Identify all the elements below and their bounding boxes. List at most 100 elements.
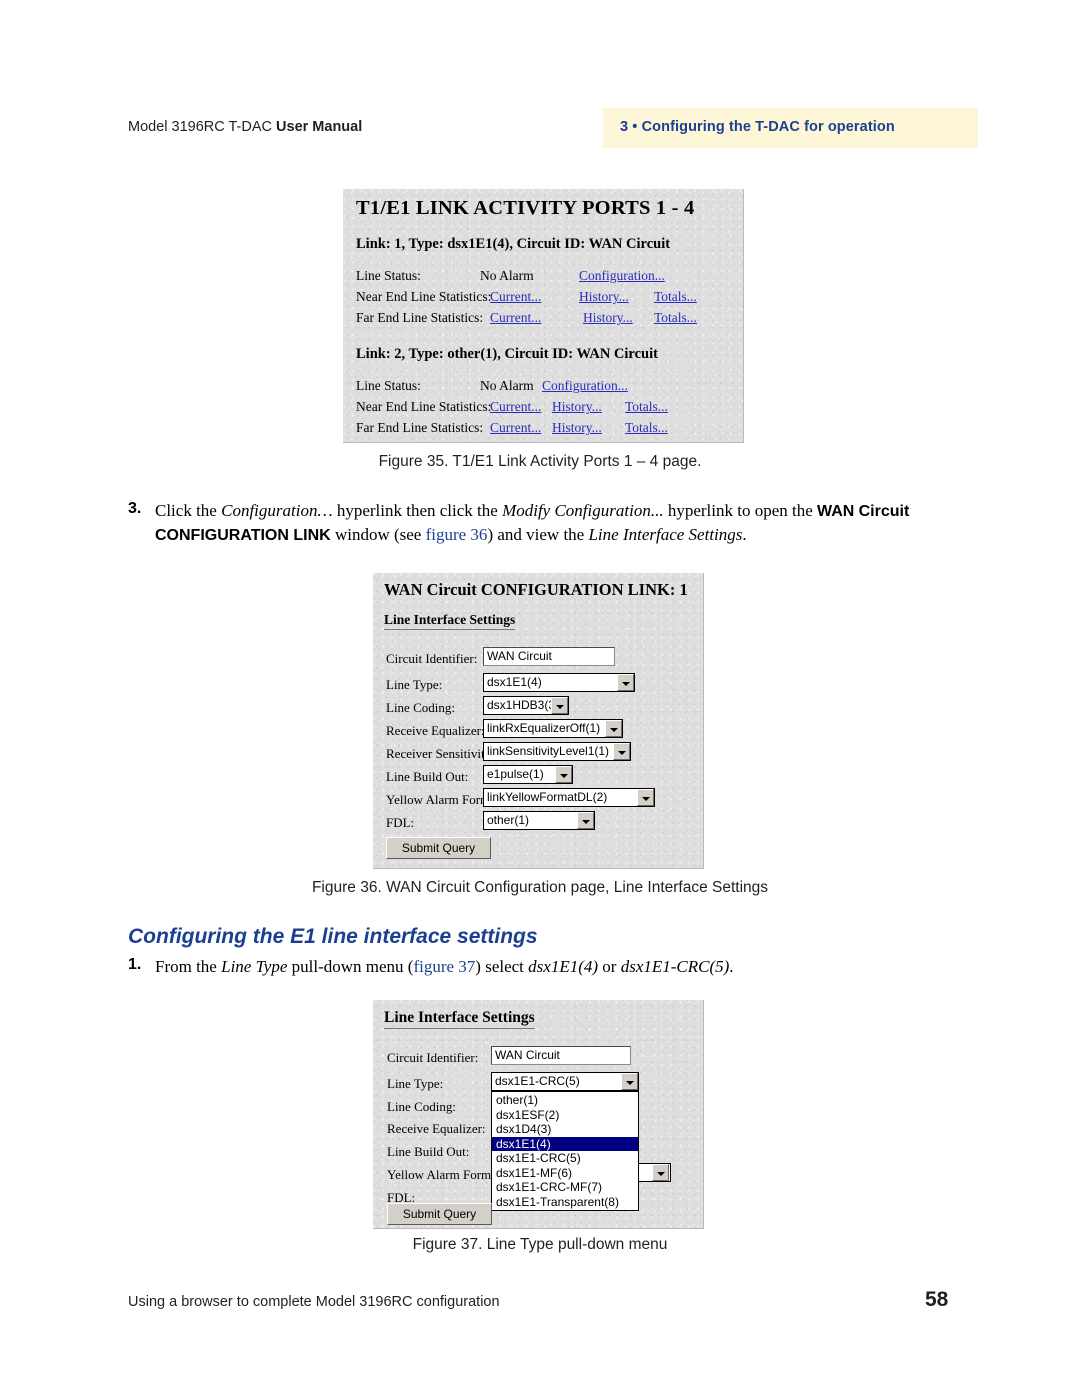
fig35-link2-near-totals-link[interactable]: Totals... [625,399,668,415]
figure-37-screenshot: Line Interface Settings Circuit Identifi… [373,1000,704,1229]
fig37-label-line-coding: Line Coding: [387,1099,456,1114]
fig35-link2-configuration-link[interactable]: Configuration... [542,378,628,394]
step-3-text: Click the Configuration… hyperlink then … [155,499,955,547]
step3-bold1: WAN [817,503,855,520]
fig36-label-line-coding: Line Coding: [386,700,455,715]
fig35-link1-far-current-link[interactable]: Current... [490,310,541,326]
header-manual-usermanual: User Manual [276,119,363,135]
fig35-link1-near-end-label: Near End Line Statistics: [356,289,492,304]
step1-d: or [598,957,621,976]
step3-f: . [742,525,747,544]
fig35-link2-far-end-label: Far End Line Statistics: [356,420,484,435]
fig37-dropdown-option[interactable]: dsx1D4(3) [492,1122,638,1137]
step1-it3: dsx1E1-CRC(5) [620,957,730,976]
fig36-label-receiver-sensitivity: Receiver Sensitivity: [386,746,495,761]
fig37-submit-query-button[interactable]: Submit Query [387,1203,492,1225]
fig36-submit-query-button[interactable]: Submit Query [386,837,491,859]
fig37-section-title: Line Interface Settings [384,1009,535,1029]
figure-35-screenshot: T1/E1 LINK ACTIVITY PORTS 1 - 4 Link: 1,… [343,189,744,443]
fig37-label-line-type: Line Type: [387,1076,444,1091]
fig36-line-build-out-chevron-down-icon[interactable] [555,766,572,783]
fig37-line-type-chevron-down-icon[interactable] [621,1073,638,1090]
fig36-line-coding-chevron-down-icon[interactable] [551,697,568,714]
fig37-dropdown-option[interactable]: dsx1E1-CRC-MF(7) [492,1180,638,1195]
fig36-yellow-alarm-format-chevron-down-icon[interactable] [637,789,654,806]
header-manual-model: Model 3196RC T-DAC [128,119,277,135]
page-header: Model 3196RC T-DAC User Manual 3 • Confi… [0,108,1080,148]
step1-figure-link[interactable]: figure 37 [413,957,475,976]
fig36-select-receive-equalizer[interactable]: linkRxEqualizerOff(1) [483,719,623,738]
fig36-label-receive-equalizer: Receive Equalizer: [386,723,485,738]
fig36-label-circuit-identifier: Circuit Identifier: [386,651,478,666]
step3-c: hyperlink to open the [663,501,818,520]
fig35-link1-heading: Link: 1, Type: dsx1E1(4), Circuit ID: WA… [356,236,671,252]
fig36-receiver-sensitivity-chevron-down-icon[interactable] [613,743,630,760]
fig36-label-fdl: FDL: [386,815,415,830]
step3-b: hyperlink then click the [332,501,503,520]
fig36-fdl-chevron-down-icon[interactable] [577,812,594,829]
fig37-dropdown-option[interactable]: other(1) [492,1093,638,1108]
fig35-page-title: T1/E1 LINK ACTIVITY PORTS 1 - 4 [356,197,695,219]
figure-35-caption: Figure 35. T1/E1 Link Activity Ports 1 –… [378,453,702,470]
step-1-text: From the Line Type pull-down menu (figur… [155,955,975,978]
step1-it1: Line Type [221,957,288,976]
fig35-link2-line-status-label: Line Status: [356,378,421,393]
step-1-number: 1. [128,956,142,973]
step1-c: ) select [475,957,529,976]
figure-37-caption: Figure 37. Line Type pull-down menu [412,1236,668,1253]
fig35-link2-far-history-link[interactable]: History... [552,420,602,436]
header-chapter-title: 3 • Configuring the T-DAC for operation [620,119,895,135]
figure-36-screenshot: WAN Circuit CONFIGURATION LINK: 1 Line I… [373,573,704,869]
fig35-link1-far-totals-link[interactable]: Totals... [654,310,697,326]
fig37-label-circuit-identifier: Circuit Identifier: [387,1050,479,1065]
fig36-label-line-build-out: Line Build Out: [386,769,469,784]
step3-figure-link[interactable]: figure 36 [426,525,488,544]
step1-b: pull-down menu ( [287,957,414,976]
fig35-link2-heading: Link: 2, Type: other(1), Circuit ID: WAN… [356,346,658,362]
fig37-dropdown-option[interactable]: dsx1E1-CRC(5) [492,1151,638,1166]
fig35-link2-near-end-label: Near End Line Statistics: [356,399,492,414]
fig35-link2-line-status-value: No Alarm [480,378,534,393]
fig35-link1-configuration-link[interactable]: Configuration... [579,268,665,284]
fig35-link2-far-totals-link[interactable]: Totals... [625,420,668,436]
footer-text: Using a browser to complete Model 3196RC… [128,1294,500,1310]
fig35-link1-far-history-link[interactable]: History... [583,310,633,326]
fig35-link1-near-totals-link[interactable]: Totals... [654,289,697,305]
fig37-dropdown-option[interactable]: dsx1E1-Transparent(8) [492,1195,638,1210]
fig37-line-type-dropdown-list[interactable]: other(1) dsx1ESF(2) dsx1D4(3) dsx1E1(4) … [491,1091,639,1211]
fig37-input-circuit-identifier[interactable]: WAN Circuit [491,1046,631,1065]
step1-it2: dsx1E1(4) [528,957,599,976]
fig36-select-line-type[interactable]: dsx1E1(4) [483,673,635,692]
step3-it1: Configuration… [221,501,333,520]
fig35-link1-near-current-link[interactable]: Current... [490,289,541,305]
section-heading-e1-line-interface: Configuring the E1 line interface settin… [128,925,538,948]
step3-it3: Line Interface Settings [588,525,743,544]
step3-d: window (see [330,525,426,544]
fig36-receive-equalizer-chevron-down-icon[interactable] [605,720,622,737]
step1-e: . [729,957,734,976]
fig35-link1-near-history-link[interactable]: History... [579,289,629,305]
fig37-dropdown-option[interactable]: dsx1ESF(2) [492,1108,638,1123]
fig35-link2-near-current-link[interactable]: Current... [490,399,541,415]
fig37-label-receive-equalizer: Receive Equalizer: [387,1121,486,1136]
header-manual-title: Model 3196RC T-DAC User Manual [128,119,362,135]
fig37-dropdown-option[interactable]: dsx1E1-MF(6) [492,1166,638,1181]
fig36-line-type-chevron-down-icon[interactable] [617,674,634,691]
step3-e: ) and view the [487,525,589,544]
fig36-select-receiver-sensitivity[interactable]: linkSensitivityLevel1(1) [483,742,631,761]
page-number: 58 [925,1288,949,1311]
fig37-select-line-type[interactable]: dsx1E1-CRC(5) [491,1072,639,1091]
step3-a: Click the [155,501,222,520]
fig36-select-yellow-alarm-format[interactable]: linkYellowFormatDL(2) [483,788,655,807]
fig35-link2-near-history-link[interactable]: History... [552,399,602,415]
fig37-yellow-alarm-format-chevron-down-icon[interactable] [652,1164,669,1181]
fig37-label-yellow-alarm-format: Yellow Alarm Format: [387,1167,505,1182]
step3-it2: Modify Configuration... [502,501,664,520]
fig35-link2-far-current-link[interactable]: Current... [490,420,541,436]
fig37-dropdown-option-selected[interactable]: dsx1E1(4) [492,1136,638,1151]
step1-a: From the [155,957,222,976]
fig35-link1-far-end-label: Far End Line Statistics: [356,310,484,325]
fig36-input-circuit-identifier[interactable]: WAN Circuit [483,647,615,666]
fig37-label-line-build-out: Line Build Out: [387,1144,470,1159]
fig36-section-title: Line Interface Settings [384,612,516,630]
